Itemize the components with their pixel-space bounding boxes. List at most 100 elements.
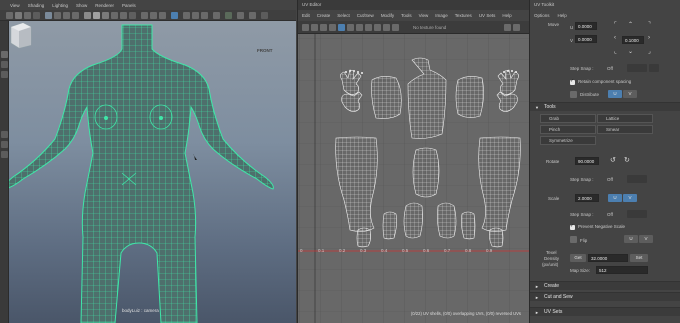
color-space-icon[interactable] <box>237 12 244 19</box>
move-downleft-icon[interactable]: ⌞ <box>614 48 617 55</box>
xray-icon[interactable] <box>141 12 148 19</box>
create-section-header[interactable]: ► Create <box>530 281 680 290</box>
layout-icon-2[interactable] <box>1 141 8 148</box>
uv-gamma-icon[interactable] <box>513 24 520 31</box>
flip-v-button[interactable]: V <box>639 235 653 243</box>
gate-mask-icon[interactable] <box>72 12 79 19</box>
viewport-menu-panels[interactable]: Panels <box>122 3 136 8</box>
uv-shell-icon[interactable] <box>311 24 318 31</box>
backface-culling-icon[interactable] <box>159 12 166 19</box>
viewport-menu-lighting[interactable]: Lighting <box>52 3 68 8</box>
uv-distortion-icon[interactable] <box>347 24 354 31</box>
lasso-tool-icon[interactable] <box>1 61 8 68</box>
uv-canvas[interactable]: 0 0.1 0.2 0.3 0.4 0.5 0.6 0.7 0.8 0.9 <box>298 34 529 323</box>
resolution-gate-icon[interactable] <box>63 12 70 19</box>
viewport-menu-show[interactable]: Show <box>76 3 87 8</box>
tool-grab[interactable]: Grab <box>540 114 596 123</box>
modeling-viewport[interactable]: View Shading Lighting Show Renderer Pane… <box>0 0 296 323</box>
uv-shaded-icon[interactable] <box>338 24 345 31</box>
antialias-icon[interactable] <box>201 12 208 19</box>
shadows-icon[interactable] <box>129 12 136 19</box>
layout-icon-3[interactable] <box>1 151 8 158</box>
distribute-icon[interactable] <box>570 91 577 98</box>
viewport-menu-view[interactable]: View <box>10 3 20 8</box>
uv-menu-textures[interactable]: Textures <box>455 13 472 18</box>
rotate-step-snap-value[interactable]: Off <box>607 177 613 182</box>
texel-set-button[interactable]: Set <box>630 254 648 262</box>
smooth-shade-icon[interactable] <box>93 12 100 19</box>
rotate-step-snap-dropdown[interactable] <box>627 175 647 183</box>
gamma-icon[interactable] <box>225 12 232 19</box>
toolkit-menu-options[interactable]: Options <box>534 13 550 18</box>
bookmark-icon[interactable] <box>24 12 31 19</box>
prevent-negative-checkbox[interactable] <box>570 223 575 230</box>
scale-u-button[interactable]: U <box>608 194 622 202</box>
rotate-cw-icon[interactable]: ↻ <box>624 156 630 164</box>
tools-section-header[interactable]: ▼ Tools <box>530 102 680 111</box>
move-downright-icon[interactable]: ⌟ <box>648 48 651 55</box>
textured-icon[interactable] <box>111 12 118 19</box>
uv-snapshot-icon[interactable] <box>392 24 399 31</box>
tool-smear[interactable]: Smear <box>597 125 653 134</box>
map-size-field[interactable]: 512 <box>596 266 648 274</box>
camera-attributes-icon[interactable] <box>15 12 22 19</box>
wireframe-on-shaded-icon[interactable] <box>102 12 109 19</box>
toolkit-menu-help[interactable]: Help <box>558 13 567 18</box>
isolate-select-icon[interactable] <box>171 12 178 19</box>
uv-checker-icon[interactable] <box>329 24 336 31</box>
move-upleft-icon[interactable]: ⌜ <box>614 21 617 28</box>
step-snap-extra[interactable] <box>649 64 659 72</box>
uv-menu-view[interactable]: View <box>419 13 429 18</box>
select-camera-icon[interactable] <box>6 12 13 19</box>
move-down-icon[interactable]: ⌄ <box>628 48 633 55</box>
move-up-icon[interactable]: ⌃ <box>628 21 633 28</box>
uv-menu-image[interactable]: Image <box>435 13 448 18</box>
rotate-field[interactable]: 90.0000 <box>575 157 599 165</box>
move-left-icon[interactable]: ‹ <box>614 35 616 41</box>
view-transform-icon[interactable] <box>261 12 268 19</box>
uv-select-icon[interactable] <box>302 24 309 31</box>
uv-sets-section-header[interactable]: ► UV Sets <box>530 307 680 316</box>
film-gate-icon[interactable] <box>54 12 61 19</box>
uv-filter-icon[interactable] <box>383 24 390 31</box>
uv-menu-tools[interactable]: Tools <box>401 13 412 18</box>
flip-u-button[interactable]: U <box>624 235 638 243</box>
move-right-icon[interactable]: › <box>648 35 650 41</box>
uv-menu-uv-sets[interactable]: UV Sets <box>479 13 496 18</box>
retain-spacing-checkbox[interactable] <box>570 78 575 85</box>
scale-step-snap-dropdown[interactable] <box>627 210 647 218</box>
layout-icon[interactable] <box>1 131 8 138</box>
scale-field[interactable]: 2.0000 <box>575 194 599 202</box>
depth-of-field-icon[interactable] <box>213 12 220 19</box>
xray-joints-icon[interactable] <box>150 12 157 19</box>
uv-menu-select[interactable]: Select <box>337 13 350 18</box>
viewport-canvas[interactable]: FRONT <box>9 21 296 323</box>
image-plane-icon[interactable] <box>33 12 40 19</box>
move-tool-icon[interactable] <box>1 71 8 78</box>
texel-get-button[interactable]: Get <box>570 254 586 262</box>
uv-menu-edit[interactable]: Edit <box>302 13 310 18</box>
move-upright-icon[interactable]: ⌝ <box>648 21 651 28</box>
move-v-field[interactable]: 0.0000 <box>575 35 597 43</box>
uv-menu-cut-sew[interactable]: Cut/Sew <box>357 13 374 18</box>
move-step-field[interactable]: 0.1000 <box>622 36 644 44</box>
scale-step-snap-value[interactable]: Off <box>607 212 613 217</box>
grid-icon[interactable] <box>45 12 52 19</box>
step-snap-dropdown[interactable] <box>627 64 647 72</box>
distribute-v-button[interactable]: V <box>623 90 637 98</box>
select-tool-icon[interactable] <box>1 51 8 58</box>
uv-menu-help[interactable]: Help <box>502 13 511 18</box>
uv-menu-modify[interactable]: Modify <box>381 13 394 18</box>
uv-borders-icon[interactable] <box>356 24 363 31</box>
cut-sew-section-header[interactable]: ► Cut and Sew <box>530 292 680 301</box>
uv-grid-icon[interactable] <box>320 24 327 31</box>
uv-exposure-icon[interactable] <box>504 24 511 31</box>
ambient-occlusion-icon[interactable] <box>183 12 190 19</box>
viewport-menu-shading[interactable]: Shading <box>28 3 45 8</box>
move-u-field[interactable]: 0.0000 <box>575 22 597 30</box>
tool-pinch[interactable]: Pinch <box>540 125 596 134</box>
texel-density-field[interactable]: 32.0000 <box>588 254 628 262</box>
tool-symmetrize[interactable]: Symmetrize <box>540 136 596 145</box>
tool-lattice[interactable]: Lattice <box>597 114 653 123</box>
uv-menu-create[interactable]: Create <box>317 13 331 18</box>
